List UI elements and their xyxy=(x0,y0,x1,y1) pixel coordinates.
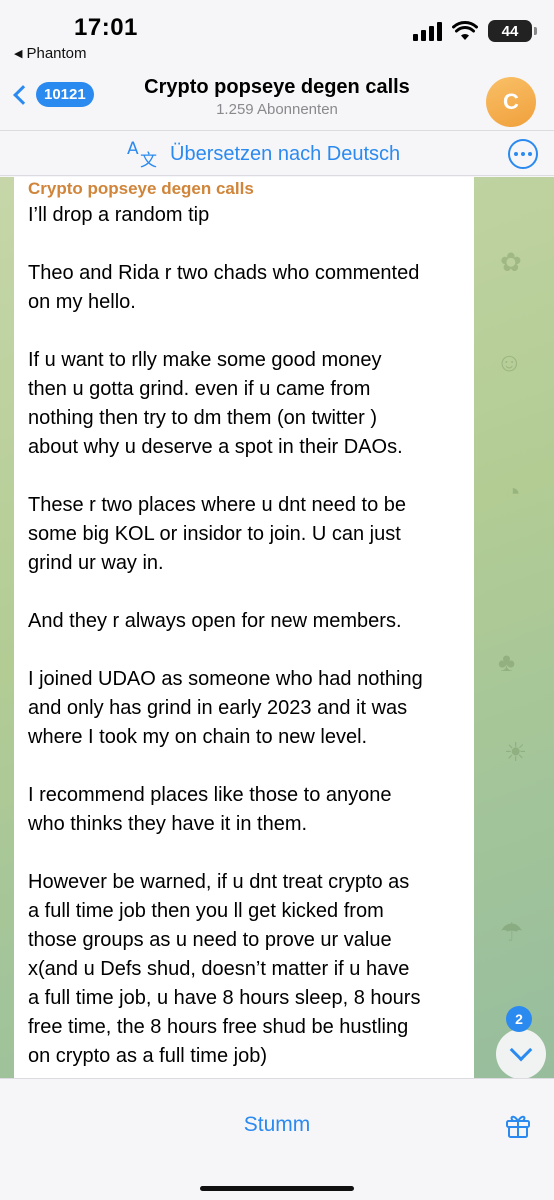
chat-header: 10121 Crypto popseye degen calls 1.259 A… xyxy=(0,70,554,130)
message-line: where I took my on chain to new level. xyxy=(28,726,368,748)
message-line: These r two places where u dnt need to b… xyxy=(28,494,407,516)
bottom-bar: Stumm xyxy=(0,1078,554,1200)
message-line: If u want to rlly make some good money xyxy=(28,349,382,371)
status-icons: 44 xyxy=(413,20,537,42)
dot-icon xyxy=(528,152,532,156)
message-line: who thinks they have it in them. xyxy=(28,813,308,835)
message-line: However be warned, if u dnt treat crypto… xyxy=(28,871,410,893)
message-line xyxy=(28,578,460,607)
dot-icon xyxy=(521,152,525,156)
back-to-app-link[interactable]: ◀ Phantom xyxy=(14,45,87,62)
message-line: a full time job, u have 8 hours sleep, 8… xyxy=(28,987,421,1009)
message-line: I joined UDAO as someone who had nothing xyxy=(28,668,423,690)
message-line: And they r always open for new members. xyxy=(28,610,402,632)
clock: 17:01 xyxy=(74,14,138,41)
channel-title-area[interactable]: Crypto popseye degen calls 1.259 Abonnen… xyxy=(0,76,554,118)
message-text: I’ll drop a random tip Theo and Rida r t… xyxy=(28,201,460,1071)
doodle-icon: ☀ xyxy=(504,737,528,767)
message-line xyxy=(28,317,460,346)
message-line: x(and u Defs shud, doesn’t matter if u h… xyxy=(28,958,410,980)
message-line: I’ll drop a random tip xyxy=(28,204,210,226)
message-line: and only has grind in early 2023 and it … xyxy=(28,697,408,719)
message-line: about why u deserve a spot in their DAOs… xyxy=(28,436,403,458)
chat-area[interactable]: ✿ ☺ ◔ ♣ ☀ ☂ Crypto popseye degen calls I… xyxy=(0,177,554,1078)
message-line: those groups as u need to prove ur value xyxy=(28,929,392,951)
doodle-icon: ♣ xyxy=(498,647,516,677)
translate-icon: A 文 xyxy=(127,139,157,169)
chevron-down-icon xyxy=(509,1038,533,1062)
cellular-signal-icon xyxy=(413,21,442,41)
home-indicator[interactable] xyxy=(200,1186,354,1191)
unread-messages-badge: 2 xyxy=(506,1006,532,1032)
message-line: on my hello. xyxy=(28,291,136,313)
subscriber-count: 1.259 Abonnenten xyxy=(216,101,338,118)
dot-icon xyxy=(514,152,518,156)
translate-bar: A 文 Übersetzen nach Deutsch xyxy=(0,130,554,176)
message-line: free time, the 8 hours free shud be hust… xyxy=(28,1016,409,1038)
doodle-icon: ☺ xyxy=(496,347,523,377)
message-line: I recommend places like those to anyone xyxy=(28,784,392,806)
translate-button[interactable]: A 文 Übersetzen nach Deutsch xyxy=(126,139,400,169)
back-triangle-icon: ◀ xyxy=(14,48,23,60)
wifi-icon xyxy=(452,21,478,40)
channel-title: Crypto popseye degen calls xyxy=(144,76,410,98)
channel-avatar[interactable]: C xyxy=(486,77,536,127)
translate-label: Übersetzen nach Deutsch xyxy=(170,142,401,165)
battery-icon: 44 xyxy=(488,20,537,42)
doodle-icon: ◔ xyxy=(505,477,521,507)
more-options-button[interactable] xyxy=(508,139,538,169)
message-sender: Crypto popseye degen calls xyxy=(28,179,254,198)
status-bar: 17:01 ◀ Phantom 44 xyxy=(0,0,554,70)
message-line: then u gotta grind. even if u came from xyxy=(28,378,371,400)
message-line: grind ur way in. xyxy=(28,552,164,574)
gift-icon[interactable] xyxy=(504,1111,532,1139)
message-line xyxy=(28,636,460,665)
doodle-icon: ✿ xyxy=(500,247,522,277)
message-bubble[interactable]: Crypto popseye degen calls I’ll drop a r… xyxy=(14,177,474,1078)
message-line xyxy=(28,462,460,491)
scroll-to-bottom-button[interactable] xyxy=(496,1029,546,1078)
message-line: Theo and Rida r two chads who commented xyxy=(28,262,420,284)
message-line: nothing then try to dm them (on twitter … xyxy=(28,407,378,429)
message-line xyxy=(28,752,460,781)
back-app-label: Phantom xyxy=(26,45,87,62)
message-line: some big KOL or insidor to join. U can j… xyxy=(28,523,401,545)
message-line xyxy=(28,839,460,868)
mute-button[interactable]: Stumm xyxy=(0,1113,554,1137)
message-line xyxy=(28,230,460,259)
message-line: on crypto as a full time job) xyxy=(28,1045,267,1067)
message-line: a full time job then you ll get kicked f… xyxy=(28,900,384,922)
svg-text:A: A xyxy=(127,139,139,159)
svg-text:文: 文 xyxy=(140,151,157,169)
doodle-icon: ☂ xyxy=(500,917,524,947)
